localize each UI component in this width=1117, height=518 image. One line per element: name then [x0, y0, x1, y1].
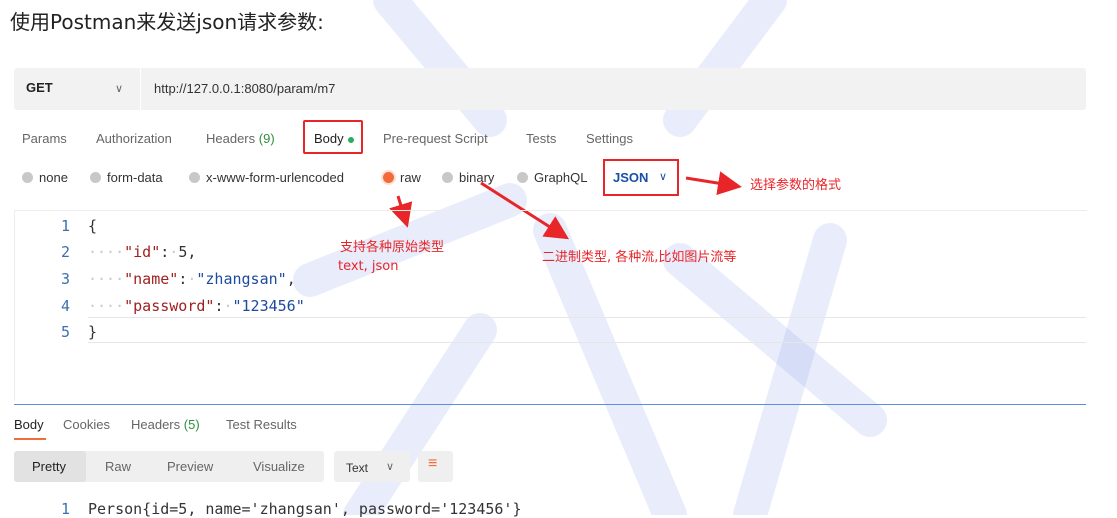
- radio-circle-icon: [517, 172, 528, 183]
- line-number: 2: [60, 243, 70, 261]
- active-tab-underline: [14, 438, 46, 440]
- chevron-down-icon[interactable]: ∨: [115, 82, 123, 95]
- radio-circle-icon: [90, 172, 101, 183]
- radio-form-data[interactable]: form-data: [90, 170, 163, 185]
- radio-circle-icon: [189, 172, 200, 183]
- radio-x-www-form-urlencoded[interactable]: x-www-form-urlencoded: [189, 170, 344, 185]
- indent-dots: ····: [88, 243, 125, 261]
- line-number: 5: [60, 323, 70, 341]
- tab-tests[interactable]: Tests: [526, 131, 556, 146]
- json-key: "name": [124, 270, 179, 288]
- code-line: ····"id":·5,: [88, 243, 196, 261]
- wrap-lines-icon: ≡: [428, 455, 438, 472]
- view-visualize[interactable]: Visualize: [253, 459, 305, 474]
- indent-dots: ····: [88, 297, 125, 315]
- current-line-highlight: [88, 317, 1086, 343]
- radio-raw[interactable]: raw: [383, 170, 421, 185]
- code-line: }: [88, 323, 97, 341]
- brace: {: [88, 217, 98, 235]
- method-select[interactable]: GET: [26, 80, 53, 95]
- json-key: "password": [124, 297, 215, 315]
- response-tab-headers-label: Headers: [131, 417, 181, 432]
- space-dot: ·: [223, 297, 233, 315]
- json-key: "id": [124, 243, 161, 261]
- text-type-label: Text: [346, 461, 369, 475]
- radio-none[interactable]: none: [22, 170, 68, 185]
- view-preview[interactable]: Preview: [167, 459, 213, 474]
- radio-label: GraphQL: [534, 170, 588, 185]
- colon: :: [178, 270, 188, 288]
- chevron-down-icon[interactable]: ∨: [659, 170, 667, 183]
- tab-settings[interactable]: Settings: [586, 131, 633, 146]
- radio-label: form-data: [107, 170, 163, 185]
- body-tab-highlight: [303, 120, 363, 154]
- indent-dots: ····: [88, 270, 125, 288]
- json-value: "123456": [232, 297, 305, 315]
- annotation-format: 选择参数的格式: [750, 178, 842, 193]
- radio-selected-icon: [383, 172, 394, 183]
- radio-label: binary: [459, 170, 495, 185]
- radio-circle-icon: [22, 172, 33, 183]
- radio-label: x-www-form-urlencoded: [206, 170, 344, 185]
- code-line: ····"password":·"123456": [88, 297, 305, 315]
- code-line: {: [88, 217, 97, 235]
- format-select[interactable]: JSON: [613, 170, 648, 185]
- arrow-format: [685, 171, 742, 196]
- panel-divider[interactable]: [14, 404, 1086, 405]
- response-tab-headers-count: (5): [183, 417, 200, 432]
- radio-circle-icon: [442, 172, 453, 183]
- chevron-down-icon[interactable]: ∨: [386, 460, 394, 473]
- json-value: 5,: [178, 243, 197, 261]
- radio-binary[interactable]: binary: [442, 170, 494, 185]
- colon: :: [160, 243, 170, 261]
- line-number: 4: [60, 297, 70, 315]
- response-tab-headers[interactable]: Headers (5): [131, 417, 200, 432]
- radio-graphql[interactable]: GraphQL: [517, 170, 587, 185]
- page-heading: 使用Postman来发送json请求参数:: [10, 10, 324, 34]
- response-tab-test-results[interactable]: Test Results: [226, 417, 297, 432]
- tab-pre-request-script[interactable]: Pre-request Script: [383, 131, 488, 146]
- view-pretty[interactable]: Pretty: [32, 459, 66, 474]
- radio-label: raw: [400, 170, 421, 185]
- url-input[interactable]: http://127.0.0.1:8080/param/m7: [154, 81, 335, 96]
- response-tab-cookies[interactable]: Cookies: [63, 417, 110, 432]
- response-tab-body[interactable]: Body: [14, 417, 44, 432]
- response-output: Person{id=5, name='zhangsan', password='…: [88, 500, 522, 518]
- comma: ,: [286, 270, 296, 288]
- tab-headers-label: Headers: [206, 131, 256, 146]
- brace: }: [88, 323, 98, 341]
- tab-headers-count: (9): [258, 131, 275, 146]
- response-line-number: 1: [60, 500, 70, 518]
- json-value: "zhangsan": [196, 270, 287, 288]
- view-raw[interactable]: Raw: [105, 459, 131, 474]
- radio-label: none: [39, 170, 68, 185]
- tab-params[interactable]: Params: [22, 131, 67, 146]
- space-dot: ·: [169, 243, 179, 261]
- tab-authorization[interactable]: Authorization: [96, 131, 172, 146]
- line-number: 1: [60, 217, 70, 235]
- url-separator: [140, 68, 141, 110]
- line-number: 3: [60, 270, 70, 288]
- code-line: ····"name":·"zhangsan",: [88, 270, 296, 288]
- tab-headers[interactable]: Headers (9): [206, 131, 275, 146]
